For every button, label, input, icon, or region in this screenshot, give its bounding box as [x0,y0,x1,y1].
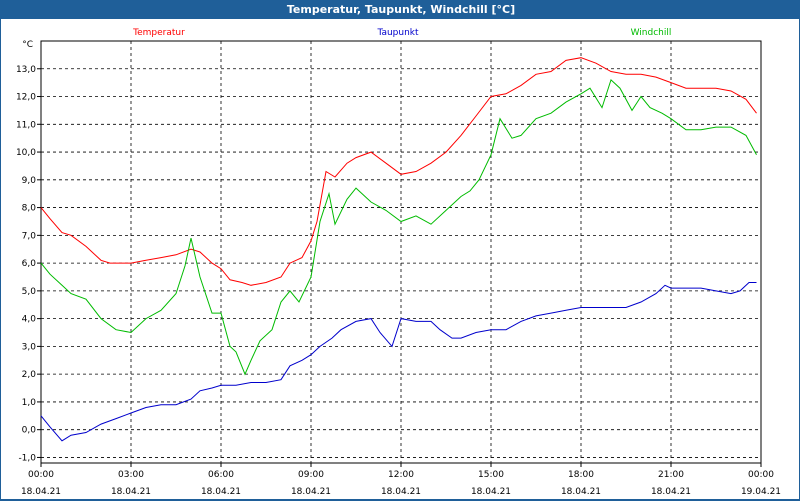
x-tick-time-label: 06:00 [208,470,234,480]
y-tick-label: 2,0 [22,370,37,380]
x-tick-date-label: 18.04.21 [201,487,241,497]
y-tick-label: 7,0 [22,231,37,241]
x-tick-time-label: 00:00 [28,470,54,480]
y-tick-label: 4,0 [22,315,37,325]
x-tick-time-label: 00:00 [748,470,774,480]
y-axis-unit: °C [22,40,33,50]
x-tick-time-label: 03:00 [118,470,144,480]
y-tick-label: 12,0 [16,93,36,103]
x-tick-date-label: 18.04.21 [291,487,331,497]
x-tick-date-label: 18.04.21 [471,487,511,497]
x-tick-time-label: 21:00 [658,470,684,480]
x-tick-date-label: 19.04.21 [741,487,781,497]
y-tick-label: 1,0 [22,398,37,408]
y-tick-label: 9,0 [22,176,37,186]
legend-label-windchill: Windchill [631,28,672,38]
series-line-taupunkt [40,282,757,442]
x-tick-date-label: 18.04.21 [21,487,61,497]
y-tick-label: 6,0 [22,259,37,269]
y-tick-label: 13,0 [16,65,36,75]
series-line-temperatur [40,57,757,286]
y-tick-label: 11,0 [16,120,36,130]
x-tick-date-label: 18.04.21 [651,487,691,497]
y-tick-label: 8,0 [22,204,37,214]
legend-label-taupunkt: Taupunkt [376,28,419,38]
x-tick-time-label: 15:00 [478,470,504,480]
x-tick-time-label: 18:00 [568,470,594,480]
chart-window: Temperatur, Taupunkt, Windchill [°C] -1,… [0,0,800,500]
x-tick-date-label: 18.04.21 [111,487,151,497]
y-tick-label: 5,0 [22,287,37,297]
y-tick-label: 10,0 [16,148,36,158]
legend-label-temperatur: Temperatur [132,28,185,38]
y-tick-label: -1,0 [18,453,36,463]
y-tick-label: 0,0 [22,426,37,436]
y-tick-label: 3,0 [22,342,37,352]
line-chart: -1,0 0,0 1,0 2,0 3,0 4,0 5,0 6,0 7,0 8,0 9,0 10,0 11… [16,28,781,497]
x-tick-time-label: 09:00 [298,470,324,480]
x-tick-date-label: 18.04.21 [561,487,601,497]
x-tick-time-label: 12:00 [388,470,414,480]
x-tick-date-label: 18.04.21 [381,487,421,497]
